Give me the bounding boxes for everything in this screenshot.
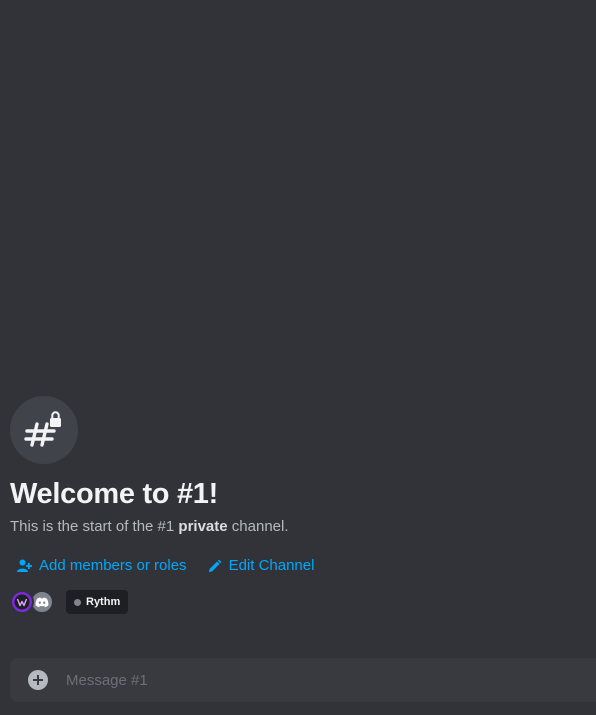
channel-view: Welcome to #1! This is the start of the …	[0, 0, 596, 715]
channel-welcome: Welcome to #1! This is the start of the …	[10, 396, 580, 614]
edit-channel-button[interactable]: Edit Channel	[207, 556, 315, 576]
private-channel-badge	[10, 396, 78, 464]
welcome-title: Welcome to #1!	[10, 478, 218, 510]
message-input[interactable]	[66, 671, 546, 689]
private-channel-hash-icon	[24, 411, 61, 447]
channel-actions: Add members or roles Edit Channel	[10, 556, 580, 576]
user-avatar[interactable]	[10, 590, 34, 614]
description-bold: private	[178, 518, 228, 535]
add-member-icon	[17, 559, 32, 572]
upload-attachment-button[interactable]	[28, 670, 48, 690]
user-avatar-logo-icon	[14, 594, 30, 610]
message-composer	[10, 658, 596, 702]
add-members-label: Add members or roles	[39, 557, 187, 574]
discord-logo-icon	[35, 597, 49, 607]
channel-members-row: Rythm	[10, 590, 580, 614]
description-prefix: This is the start of the #1	[10, 518, 179, 535]
description-suffix: channel.	[227, 518, 289, 535]
welcome-description: This is the start of the #1 private chan…	[10, 517, 580, 537]
plus-icon	[33, 675, 43, 685]
bot-tag-rythm[interactable]: Rythm	[66, 590, 129, 614]
offline-status-icon	[74, 598, 81, 606]
pencil-icon	[208, 559, 221, 572]
bot-tag-label: Rythm	[86, 596, 121, 608]
edit-channel-label: Edit Channel	[228, 557, 315, 574]
add-members-button[interactable]: Add members or roles	[16, 556, 187, 576]
